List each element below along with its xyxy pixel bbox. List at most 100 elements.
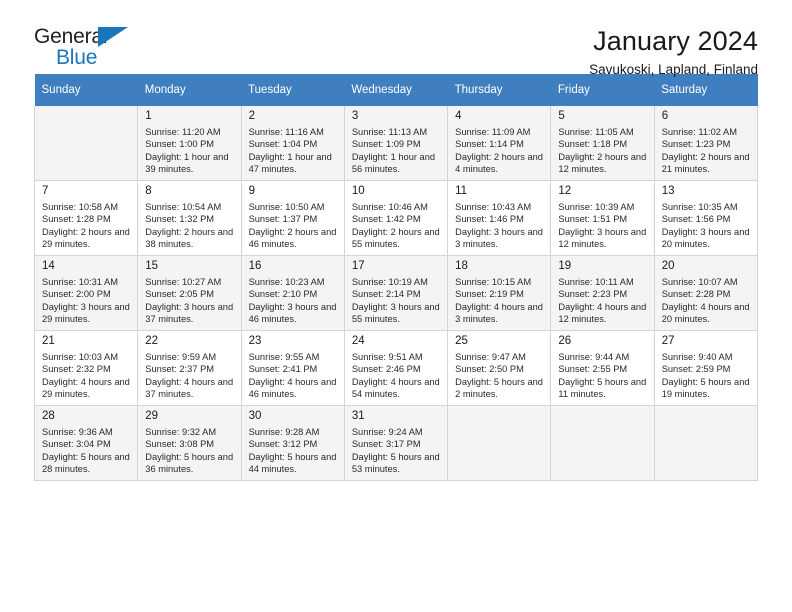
calendar-day-cell[interactable]: 11 Sunrise: 10:43 AM Sunset: 1:46 PM Daylig…: [447, 180, 552, 256]
calendar-day-cell[interactable]: 28 Sunrise: 9:36 AM Sunset: 3:04 PM Dayligh…: [33, 405, 139, 481]
day-number: 23: [248, 335, 262, 347]
calendar-day-cell[interactable]: 12 Sunrise: 10:39 AM Sunset: 1:51 PM Daylig…: [550, 180, 655, 256]
sunset-text: Sunset: 1:14 PM: [455, 139, 524, 150]
daylight-text: Daylight: 2 hours and 4 minutes.: [455, 151, 543, 174]
day-number: 25: [455, 335, 468, 347]
calendar-day-cell[interactable]: 17 Sunrise: 10:19 AM Sunset: 2:14 PM Daylig…: [343, 255, 449, 331]
day-number: 19: [558, 260, 572, 272]
calendar-table: Sunday Monday Tuesday Wednesday Thursday Frid…: [33, 74, 759, 481]
generalblue-logo[interactable]: General Blue: [34, 26, 164, 72]
calendar-day-cell[interactable]: 25 Sunrise: 9:47 AM Sunset: 2:50 PM Dayligh…: [447, 330, 552, 406]
sunset-text: Sunset: 2:10 PM: [248, 289, 318, 300]
weekday-header-thursday: Thursday: [447, 74, 551, 106]
sunrise-text: Sunrise: 10:35 AM: [661, 202, 738, 212]
day-number: 5: [558, 110, 565, 122]
calendar-header-row: Sunday Monday Tuesday Wednesday Thursday Frid…: [34, 74, 758, 106]
sunset-text: Sunset: 2:59 PM: [661, 364, 731, 375]
daylight-text: Daylight: 3 hours and 12 minutes.: [558, 226, 647, 249]
logo-triangle-icon: [98, 27, 128, 47]
calendar-day-cell[interactable]: 23 Sunrise: 9:55 AM Sunset: 2:41 PM Dayligh…: [240, 330, 345, 406]
calendar-day-cell[interactable]: 15 Sunrise: 10:27 AM Sunset: 2:05 PM Daylig…: [137, 255, 242, 331]
sunrise-text: Sunrise: 10:19 AM: [351, 277, 428, 287]
day-number: 17: [351, 260, 365, 272]
calendar-day-cell[interactable]: 9 Sunrise: 10:50 AM Sunset: 1:37 PM Dayligh…: [240, 180, 345, 256]
day-number: 13: [661, 185, 675, 197]
calendar-day-cell[interactable]: 7 Sunrise: 10:58 AM Sunset: 1:28 PM Dayligh…: [33, 180, 139, 256]
calendar-week-row: 21 Sunrise: 10:03 AM Sunset: 2:32 PM Daylig…: [33, 330, 759, 406]
sunset-text: Sunset: 1:32 PM: [145, 214, 215, 225]
sunset-text: Sunset: 2:19 PM: [455, 289, 524, 300]
calendar-day-cell[interactable]: 4 Sunrise: 11:09 AM Sunset: 1:14 PM Dayligh…: [447, 106, 552, 181]
logo-text-blue: Blue: [56, 46, 98, 69]
sunset-text: Sunset: 2:05 PM: [145, 289, 215, 300]
calendar-day-cell[interactable]: 30 Sunrise: 9:28 AM Sunset: 3:12 PM Dayligh…: [240, 405, 345, 481]
calendar-day-cell[interactable]: 14 Sunrise: 10:31 AM Sunset: 2:00 PM Daylig…: [33, 255, 139, 331]
daylight-text: Daylight: 4 hours and 46 minutes.: [248, 376, 337, 399]
daylight-text: Daylight: 2 hours and 46 minutes.: [248, 226, 337, 249]
calendar-day-cell[interactable]: 13 Sunrise: 10:35 AM Sunset: 1:56 PM Daylig…: [653, 180, 759, 256]
sunset-text: Sunset: 2:55 PM: [558, 364, 628, 375]
sunrise-text: Sunrise: 10:43 AM: [455, 202, 532, 212]
calendar-day-cell[interactable]: 2 Sunrise: 11:16 AM Sunset: 1:04 PM Dayligh…: [240, 106, 345, 181]
sunset-text: Sunset: 1:28 PM: [42, 214, 111, 225]
sunrise-text: Sunrise: 11:09 AM: [455, 127, 531, 137]
sunset-text: Sunset: 2:14 PM: [351, 289, 421, 300]
day-number: 31: [351, 410, 365, 422]
day-number: 2: [248, 110, 255, 122]
calendar-day-cell[interactable]: 21 Sunrise: 10:03 AM Sunset: 2:32 PM Daylig…: [33, 330, 139, 406]
day-number: 16: [248, 260, 262, 272]
sunset-text: Sunset: 3:12 PM: [248, 439, 318, 450]
logo-text-general: General: [34, 25, 108, 48]
calendar-day-cell[interactable]: 3 Sunrise: 11:13 AM Sunset: 1:09 PM Dayligh…: [343, 106, 449, 181]
daylight-text: Daylight: 4 hours and 29 minutes.: [42, 376, 130, 399]
calendar-week-row: 14 Sunrise: 10:31 AM Sunset: 2:00 PM Daylig…: [33, 255, 759, 331]
calendar-day-cell[interactable]: 6 Sunrise: 11:02 AM Sunset: 1:23 PM Dayligh…: [653, 106, 759, 181]
calendar-week-row: 1 Sunrise: 11:20 AM Sunset: 1:00 PM Dayligh…: [33, 106, 759, 181]
calendar-day-cell[interactable]: 8 Sunrise: 10:54 AM Sunset: 1:32 PM Dayligh…: [137, 180, 242, 256]
daylight-text: Daylight: 4 hours and 20 minutes.: [661, 301, 750, 324]
calendar-day-cell[interactable]: 18 Sunrise: 10:15 AM Sunset: 2:19 PM Daylig…: [447, 255, 552, 331]
calendar-day-cell[interactable]: 31 Sunrise: 9:24 AM Sunset: 3:17 PM Dayligh…: [343, 405, 449, 481]
sunrise-text: Sunrise: 9:32 AM: [145, 427, 217, 437]
sunrise-text: Sunrise: 10:03 AM: [42, 352, 118, 362]
calendar-day-cell[interactable]: 22 Sunrise: 9:59 AM Sunset: 2:37 PM Dayligh…: [137, 330, 242, 406]
calendar-day-cell[interactable]: 5 Sunrise: 11:05 AM Sunset: 1:18 PM Dayligh…: [550, 106, 655, 181]
day-number: 29: [145, 410, 159, 422]
calendar-day-cell[interactable]: 20 Sunrise: 10:07 AM Sunset: 2:28 PM Daylig…: [653, 255, 759, 331]
calendar-week-row: 7 Sunrise: 10:58 AM Sunset: 1:28 PM Dayligh…: [33, 180, 759, 256]
daylight-text: Daylight: 5 hours and 36 minutes.: [145, 451, 234, 474]
sunrise-text: Sunrise: 9:44 AM: [558, 352, 630, 362]
calendar-day-cell[interactable]: 24 Sunrise: 9:51 AM Sunset: 2:46 PM Dayligh…: [343, 330, 449, 406]
calendar-day-cell[interactable]: 19 Sunrise: 10:11 AM Sunset: 2:23 PM Daylig…: [550, 255, 655, 331]
sunset-text: Sunset: 1:04 PM: [248, 139, 318, 150]
daylight-text: Daylight: 4 hours and 37 minutes.: [145, 376, 234, 399]
calendar-day-cell[interactable]: 27 Sunrise: 9:40 AM Sunset: 2:59 PM Dayligh…: [653, 330, 759, 406]
sunset-text: Sunset: 2:41 PM: [248, 364, 318, 375]
day-number: 8: [145, 185, 152, 197]
sunrise-text: Sunrise: 11:05 AM: [558, 127, 634, 137]
calendar-day-cell[interactable]: 16 Sunrise: 10:23 AM Sunset: 2:10 PM Daylig…: [240, 255, 345, 331]
sunset-text: Sunset: 1:00 PM: [145, 139, 215, 150]
sunrise-text: Sunrise: 10:58 AM: [42, 202, 118, 212]
calendar-day-cell[interactable]: 29 Sunrise: 9:32 AM Sunset: 3:08 PM Dayligh…: [137, 405, 242, 481]
daylight-text: Daylight: 4 hours and 3 minutes.: [455, 301, 543, 324]
sunrise-text: Sunrise: 9:51 AM: [351, 352, 423, 362]
sunset-text: Sunset: 2:23 PM: [558, 289, 628, 300]
day-number: 7: [42, 185, 49, 197]
daylight-text: Daylight: 1 hour and 39 minutes.: [145, 151, 229, 174]
daylight-text: Daylight: 1 hour and 56 minutes.: [351, 151, 436, 174]
sunrise-text: Sunrise: 9:47 AM: [455, 352, 526, 362]
calendar-day-cell[interactable]: 26 Sunrise: 9:44 AM Sunset: 2:55 PM Dayligh…: [550, 330, 655, 406]
daylight-text: Daylight: 5 hours and 11 minutes.: [558, 376, 647, 399]
sunset-text: Sunset: 3:04 PM: [42, 439, 111, 450]
day-number: 15: [145, 260, 159, 272]
day-number: 1: [145, 110, 152, 122]
daylight-text: Daylight: 3 hours and 46 minutes.: [248, 301, 337, 324]
day-number: 11: [455, 185, 468, 197]
calendar-day-cell[interactable]: 10 Sunrise: 10:46 AM Sunset: 1:42 PM Daylig…: [343, 180, 449, 256]
daylight-text: Daylight: 2 hours and 38 minutes.: [145, 226, 234, 249]
daylight-text: Daylight: 5 hours and 2 minutes.: [455, 376, 543, 399]
calendar-day-cell[interactable]: 1 Sunrise: 11:20 AM Sunset: 1:00 PM Dayligh…: [137, 106, 242, 181]
sunset-text: Sunset: 1:23 PM: [661, 139, 731, 150]
daylight-text: Daylight: 5 hours and 28 minutes.: [42, 451, 130, 474]
